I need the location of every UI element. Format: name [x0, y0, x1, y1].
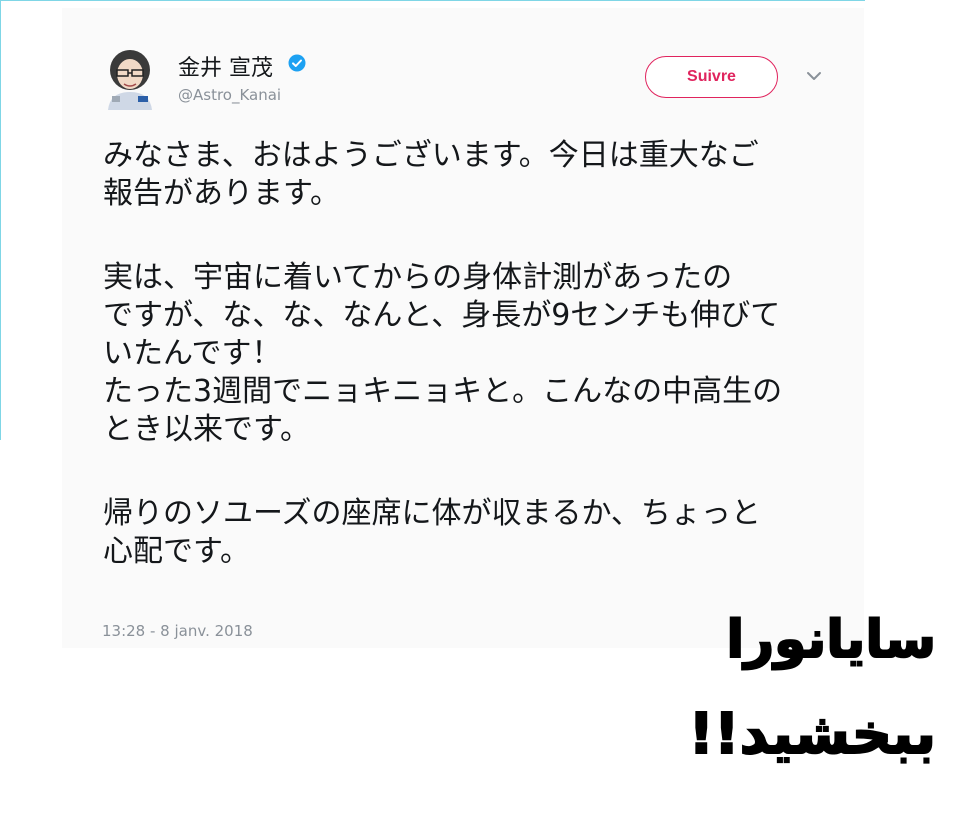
tweet-text-line: みなさま、おはようございます。今日は重大なご	[103, 138, 759, 173]
chevron-down-icon[interactable]	[806, 70, 822, 82]
frame-edge-left	[0, 0, 1, 440]
tweet-text-line: 実は、宇宙に着いてからの身体計測があったの	[103, 260, 733, 295]
tweet-text-line: 帰りのソユーズの座席に体が収まるか、ちょっと	[103, 496, 761, 531]
display-name[interactable]: 金井 宣茂	[178, 50, 273, 82]
tweet-text-line: 報告があります。	[103, 176, 340, 211]
tweet-timestamp[interactable]: 13:28 - 8 janv. 2018	[102, 622, 253, 640]
tweet-text-line: 心配です。	[103, 534, 250, 569]
avatar[interactable]	[102, 44, 158, 110]
tweet-text-line: たった3週間でニョキニョキと。こんなの中高生の	[103, 374, 783, 409]
tweet-text: みなさま、おはようございます。今日は重大なご 報告があります。 実は、宇宙に着い…	[103, 137, 843, 571]
tweet-text-line: ですが、な、な、なんと、身長が9センチも伸びて	[103, 298, 781, 333]
caption-line-1: سایانورا	[725, 609, 936, 671]
tweet-text-line: とき以来です。	[103, 412, 310, 447]
frame-edge-top	[0, 0, 865, 1]
tweet-text-line: いたんです！	[103, 336, 282, 371]
verified-icon	[288, 54, 306, 72]
caption-line-2: ببخشید!!	[687, 701, 936, 768]
follow-button[interactable]: Suivre	[645, 56, 778, 98]
user-handle[interactable]: @Astro_Kanai	[178, 86, 281, 104]
